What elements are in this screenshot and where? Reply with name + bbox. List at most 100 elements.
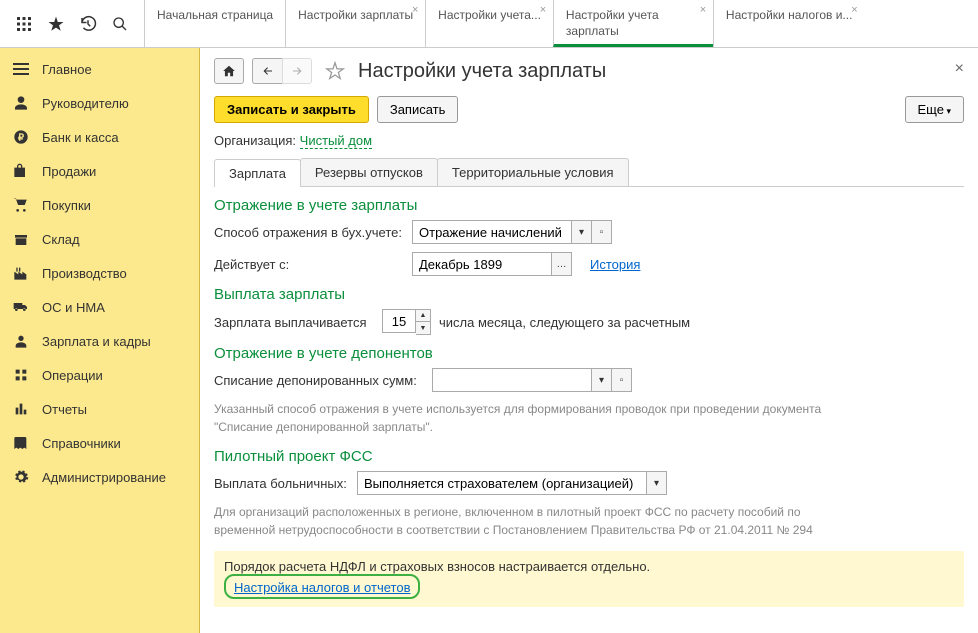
accounting-method-input[interactable] — [412, 220, 572, 244]
sidebar-item[interactable]: Продажи — [0, 154, 199, 188]
top-tabs: Начальная страницаНастройки зарплаты×Нас… — [144, 0, 978, 47]
star-icon[interactable] — [40, 8, 72, 40]
apps-icon[interactable] — [8, 8, 40, 40]
dropdown-button[interactable]: ▾ — [592, 368, 612, 392]
sidebar-item-label: Покупки — [42, 198, 91, 213]
section-title-fss: Пилотный проект ФСС — [214, 448, 964, 465]
sidebar-item[interactable]: Операции — [0, 358, 199, 392]
favorite-star-icon[interactable] — [324, 60, 346, 82]
tax-settings-link[interactable]: Настройка налогов и отчетов — [234, 580, 410, 595]
chart-icon — [12, 400, 30, 418]
menu-icon — [12, 60, 30, 78]
action-bar: Записать и закрыть Записать Еще — [214, 96, 964, 123]
box-icon — [12, 230, 30, 248]
deponents-input[interactable] — [432, 368, 592, 392]
inner-tab[interactable]: Территориальные условия — [437, 158, 629, 186]
payment-day-input[interactable] — [382, 309, 416, 333]
accounting-method-label: Способ отражения в бух.учете: — [214, 225, 404, 240]
payment-day-suffix: числа месяца, следующего за расчетным — [439, 315, 690, 330]
gear-icon — [12, 468, 30, 486]
sidebar-item-label: Операции — [42, 368, 103, 383]
tab-close-icon[interactable]: × — [697, 4, 709, 16]
fss-help: Для организаций расположенных в регионе,… — [214, 503, 864, 539]
sidebar-item-label: Производство — [42, 266, 127, 281]
top-tab[interactable]: Начальная страница — [144, 0, 285, 47]
top-tab[interactable]: Настройки учета зарплаты× — [553, 0, 713, 47]
sidebar-item-label: Склад — [42, 232, 80, 247]
sidebar: Главное Руководителю ₽ Банк и касса Продажи П… — [0, 48, 200, 633]
sidebar-item-label: Отчеты — [42, 402, 87, 417]
section-title-payment: Выплата зарплаты — [214, 286, 964, 303]
inner-tab[interactable]: Резервы отпусков — [300, 158, 438, 186]
sidebar-item-label: Банк и касса — [42, 130, 119, 145]
close-page-button[interactable]: × — [955, 60, 964, 78]
top-tab[interactable]: Настройки учета...× — [425, 0, 553, 47]
sidebar-item-label: Главное — [42, 62, 92, 77]
spinner-up[interactable]: ▲ — [416, 310, 430, 322]
sidebar-item[interactable]: Покупки — [0, 188, 199, 222]
save-close-button[interactable]: Записать и закрыть — [214, 96, 369, 123]
tab-close-icon[interactable]: × — [537, 4, 549, 16]
payment-day-label: Зарплата выплачивается — [214, 315, 374, 330]
section-title-accounting: Отражение в учете зарплаты — [214, 197, 964, 214]
sidebar-item[interactable]: Склад — [0, 222, 199, 256]
sick-pay-input[interactable] — [357, 471, 647, 495]
sidebar-item[interactable]: ОС и НМА — [0, 290, 199, 324]
save-button[interactable]: Записать — [377, 96, 459, 123]
top-tab[interactable]: Настройки налогов и...× — [713, 0, 865, 47]
effective-from-label: Действует с: — [214, 257, 404, 272]
sidebar-item[interactable]: Справочники — [0, 426, 199, 460]
tab-close-icon[interactable]: × — [848, 4, 860, 16]
ruble-icon: ₽ — [12, 128, 30, 146]
forward-button[interactable] — [282, 58, 312, 84]
cart-icon — [12, 196, 30, 214]
content-header: Настройки учета зарплаты — [214, 58, 964, 84]
sick-pay-label: Выплата больничных: — [214, 476, 349, 491]
top-tab[interactable]: Настройки зарплаты× — [285, 0, 425, 47]
organization-line: Организация: Чистый дом — [214, 133, 964, 148]
spinner-down[interactable]: ▼ — [416, 322, 430, 334]
history-icon[interactable] — [72, 8, 104, 40]
book-icon — [12, 434, 30, 452]
truck-icon — [12, 298, 30, 316]
home-button[interactable] — [214, 58, 244, 84]
sidebar-item-label: ОС и НМА — [42, 300, 105, 315]
sidebar-item-label: Руководителю — [42, 96, 129, 111]
sidebar-item[interactable]: ₽ Банк и касса — [0, 120, 199, 154]
hint-text: Порядок расчета НДФЛ и страховых взносов… — [224, 559, 954, 574]
section-title-deponents: Отражение в учете депонентов — [214, 345, 964, 362]
organization-link[interactable]: Чистый дом — [300, 133, 372, 149]
history-link[interactable]: История — [590, 257, 640, 272]
dropdown-button[interactable]: ▾ — [647, 471, 667, 495]
select-period-button[interactable]: … — [552, 252, 572, 276]
bag-icon — [12, 162, 30, 180]
deponents-help: Указанный способ отражения в учете испол… — [214, 400, 864, 436]
open-button[interactable]: ▫ — [612, 368, 632, 392]
page-title: Настройки учета зарплаты — [358, 60, 606, 83]
open-button[interactable]: ▫ — [592, 220, 612, 244]
sidebar-item[interactable]: Отчеты — [0, 392, 199, 426]
inner-tab[interactable]: Зарплата — [214, 159, 301, 187]
sidebar-item-label: Справочники — [42, 436, 121, 451]
sidebar-item[interactable]: Руководителю — [0, 86, 199, 120]
sidebar-item-label: Продажи — [42, 164, 96, 179]
sidebar-item[interactable]: Администрирование — [0, 460, 199, 494]
factory-icon — [12, 264, 30, 282]
user-icon — [12, 332, 30, 350]
dropdown-button[interactable]: ▾ — [572, 220, 592, 244]
effective-from-input[interactable] — [412, 252, 552, 276]
more-button[interactable]: Еще — [905, 96, 964, 123]
sidebar-item-label: Администрирование — [42, 470, 166, 485]
sidebar-item[interactable]: Производство — [0, 256, 199, 290]
tool-icons — [0, 0, 144, 47]
back-button[interactable] — [252, 58, 282, 84]
content: × Настройки учета зарплаты Записать и за… — [200, 48, 978, 633]
tab-close-icon[interactable]: × — [409, 4, 421, 16]
sidebar-item[interactable]: Главное — [0, 52, 199, 86]
search-icon[interactable] — [104, 8, 136, 40]
top-toolbar: Начальная страницаНастройки зарплаты×Нас… — [0, 0, 978, 48]
svg-text:₽: ₽ — [18, 132, 24, 142]
ops-icon — [12, 366, 30, 384]
inner-tabs: ЗарплатаРезервы отпусковТерриториальные … — [214, 158, 964, 187]
sidebar-item[interactable]: Зарплата и кадры — [0, 324, 199, 358]
